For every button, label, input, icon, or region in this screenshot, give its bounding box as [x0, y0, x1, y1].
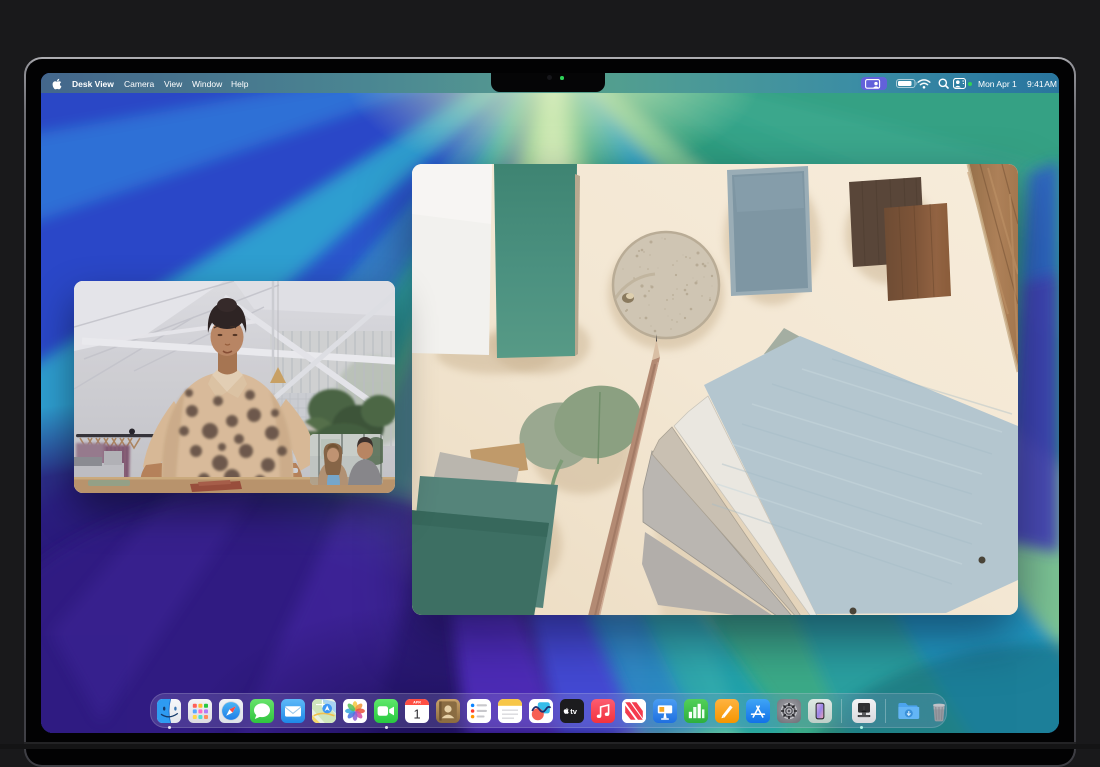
svg-text:tv: tv [570, 707, 578, 716]
svg-text:APR: APR [413, 700, 421, 704]
svg-text:1: 1 [413, 706, 420, 721]
